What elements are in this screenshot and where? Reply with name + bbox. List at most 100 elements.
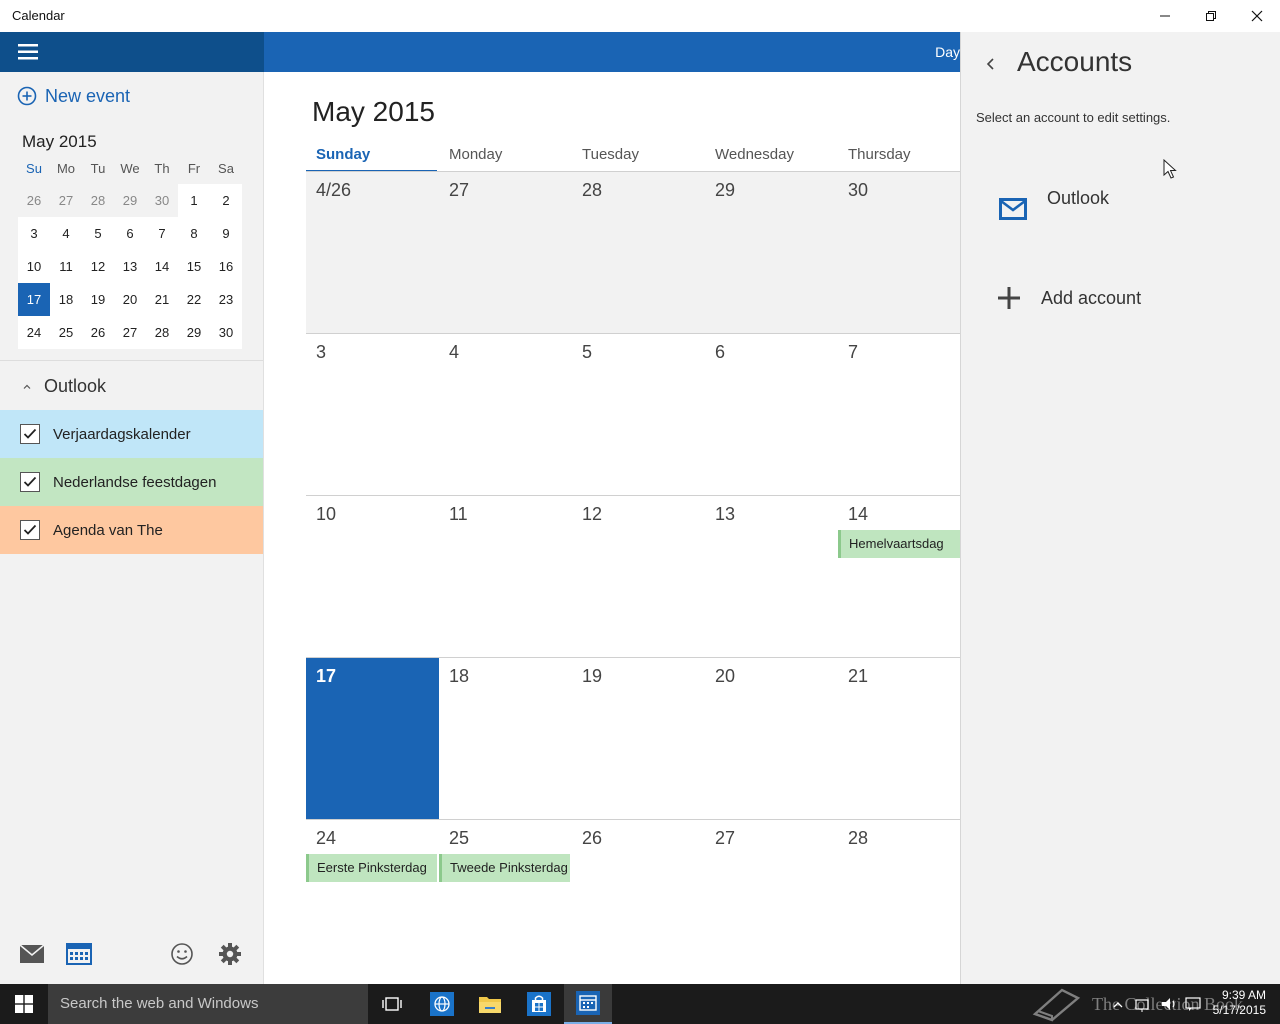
day-cell[interactable]: 26	[572, 820, 705, 981]
day-cell[interactable]: 30	[838, 172, 960, 333]
calendar-list-item[interactable]: Agenda van The	[0, 506, 263, 554]
mini-calendar-day[interactable]: 15	[178, 250, 210, 283]
mini-calendar-day[interactable]: 16	[210, 250, 242, 283]
mini-calendar-day[interactable]: 29	[114, 184, 146, 217]
mini-calendar-day[interactable]: 4	[50, 217, 82, 250]
mini-calendar-day[interactable]: 10	[18, 250, 50, 283]
mini-calendar-day[interactable]: 1	[178, 184, 210, 217]
system-tray-icons	[1113, 997, 1201, 1012]
start-button[interactable]	[0, 984, 48, 1024]
day-cell[interactable]: 12	[572, 496, 705, 657]
mini-calendar-day[interactable]: 27	[50, 184, 82, 217]
mini-calendar-day[interactable]: 17	[18, 283, 50, 316]
event-item[interactable]: Hemelvaartsdag	[838, 530, 960, 558]
gear-icon[interactable]	[217, 942, 243, 966]
event-item[interactable]: Tweede Pinksterdag	[439, 854, 570, 882]
day-cell[interactable]: 20	[705, 658, 838, 819]
mini-calendar-day[interactable]: 22	[178, 283, 210, 316]
mini-calendar-day[interactable]: 2	[210, 184, 242, 217]
minimize-button[interactable]	[1142, 0, 1188, 32]
mini-calendar-day[interactable]: 8	[178, 217, 210, 250]
day-cell[interactable]: 27	[439, 172, 572, 333]
calendar-list-item[interactable]: Verjaardagskalender	[0, 410, 263, 458]
mini-calendar-day[interactable]: 28	[82, 184, 114, 217]
day-cell[interactable]: 6	[705, 334, 838, 495]
day-cell[interactable]: 27	[705, 820, 838, 981]
calendar-list-item[interactable]: Nederlandse feestdagen	[0, 458, 263, 506]
day-cell[interactable]: 7	[838, 334, 960, 495]
day-cell[interactable]: 5	[572, 334, 705, 495]
taskbar-file-explorer[interactable]	[466, 984, 514, 1024]
back-arrow-icon[interactable]	[983, 56, 999, 72]
volume-icon[interactable]	[1162, 998, 1175, 1010]
mini-calendar-day[interactable]: 3	[18, 217, 50, 250]
mini-calendar-day[interactable]: 30	[146, 184, 178, 217]
mini-calendar-day[interactable]: 19	[82, 283, 114, 316]
account-section-toggle[interactable]: Outlook	[22, 376, 106, 397]
taskbar-calendar[interactable]	[564, 984, 612, 1024]
mini-calendar-day[interactable]: 14	[146, 250, 178, 283]
action-center-icon[interactable]	[1185, 997, 1201, 1011]
close-button[interactable]	[1234, 0, 1280, 32]
taskbar-store[interactable]	[515, 984, 563, 1024]
day-cell[interactable]: 4	[439, 334, 572, 495]
day-cell[interactable]: 18	[439, 658, 572, 819]
day-cell[interactable]: 10	[306, 496, 439, 657]
mini-calendar-title[interactable]: May 2015	[22, 132, 97, 152]
day-cell[interactable]: 11	[439, 496, 572, 657]
mini-calendar-day[interactable]: 24	[18, 316, 50, 349]
mini-calendar-day[interactable]: 11	[50, 250, 82, 283]
day-cell[interactable]: 24	[306, 820, 439, 981]
new-event-button[interactable]: New event	[17, 84, 130, 108]
mini-calendar-day[interactable]: 26	[18, 184, 50, 217]
mini-calendar-day[interactable]: 21	[146, 283, 178, 316]
mini-calendar-day[interactable]: 9	[210, 217, 242, 250]
network-icon[interactable]	[1135, 999, 1149, 1012]
day-cell[interactable]: 17	[306, 658, 439, 819]
day-cell[interactable]: 25	[439, 820, 572, 981]
mini-calendar-day[interactable]: 25	[50, 316, 82, 349]
mini-calendar-day[interactable]: 23	[210, 283, 242, 316]
accounts-description: Select an account to edit settings.	[976, 110, 1171, 125]
day-cell[interactable]: 14	[838, 496, 960, 657]
mini-calendar-day[interactable]: 28	[146, 316, 178, 349]
task-view-button[interactable]	[368, 984, 416, 1024]
mini-calendar-day[interactable]: 6	[114, 217, 146, 250]
chevron-up-icon[interactable]	[1113, 1002, 1123, 1008]
mail-icon[interactable]	[19, 942, 45, 966]
mini-calendar-day[interactable]: 20	[114, 283, 146, 316]
calendar-checkbox[interactable]	[20, 472, 40, 492]
mini-calendar-day[interactable]: 12	[82, 250, 114, 283]
calendar-checkbox[interactable]	[20, 520, 40, 540]
day-cell[interactable]: 19	[572, 658, 705, 819]
mouse-cursor-icon	[1163, 159, 1177, 179]
mini-calendar-day[interactable]: 5	[82, 217, 114, 250]
feedback-smiley-icon[interactable]	[169, 942, 195, 966]
account-outlook[interactable]: Outlook	[995, 182, 1255, 232]
day-cell[interactable]: 29	[705, 172, 838, 333]
mini-calendar-day[interactable]: 30	[210, 316, 242, 349]
day-cell[interactable]: 21	[838, 658, 960, 819]
mini-calendar-day[interactable]: 18	[50, 283, 82, 316]
restore-button[interactable]	[1188, 0, 1234, 32]
hamburger-menu-icon[interactable]	[18, 44, 38, 60]
checkmark-icon	[23, 524, 37, 535]
mini-calendar-day[interactable]: 27	[114, 316, 146, 349]
mini-calendar-day[interactable]: 29	[178, 316, 210, 349]
add-account-button[interactable]: Add account	[995, 284, 1255, 314]
event-item[interactable]: Eerste Pinksterdag	[306, 854, 437, 882]
day-cell[interactable]: 28	[838, 820, 960, 981]
taskbar-browser[interactable]	[418, 984, 466, 1024]
day-cell[interactable]: 4/26	[306, 172, 439, 333]
calendar-icon[interactable]	[66, 942, 92, 966]
taskbar-clock[interactable]: 9:39 AM 5/17/2015	[1213, 988, 1266, 1018]
mini-calendar-day[interactable]: 13	[114, 250, 146, 283]
day-cell[interactable]: 13	[705, 496, 838, 657]
day-view-button[interactable]: Day	[935, 44, 960, 60]
taskbar-search-box[interactable]: Search the web and Windows	[48, 984, 368, 1024]
mini-calendar-day[interactable]: 7	[146, 217, 178, 250]
mini-calendar-day[interactable]: 26	[82, 316, 114, 349]
day-cell[interactable]: 28	[572, 172, 705, 333]
day-cell[interactable]: 3	[306, 334, 439, 495]
calendar-checkbox[interactable]	[20, 424, 40, 444]
